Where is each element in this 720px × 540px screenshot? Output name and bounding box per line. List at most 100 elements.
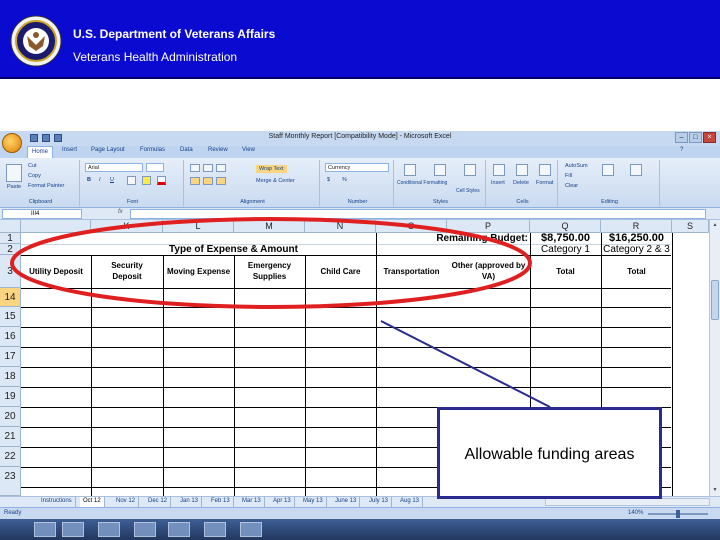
sheet-tab-dec-12[interactable]: Dec 12 bbox=[145, 497, 172, 507]
column-header-s[interactable]: S bbox=[672, 220, 709, 233]
tab-insert[interactable]: Insert bbox=[62, 147, 77, 153]
font-size-select[interactable] bbox=[146, 163, 164, 172]
conditional-formatting-button[interactable]: Conditional Formatting bbox=[397, 180, 447, 186]
sheet-tab-aug-13[interactable]: Aug 13 bbox=[397, 497, 424, 507]
cell-styles-button[interactable]: Cell Styles bbox=[456, 188, 480, 194]
merge-center-button[interactable]: Merge & Center bbox=[256, 178, 295, 184]
undo-icon[interactable] bbox=[42, 134, 50, 142]
cell-q2[interactable]: Category 1 bbox=[530, 244, 601, 255]
format-button[interactable]: Format bbox=[536, 180, 553, 186]
copy-button[interactable]: Copy bbox=[28, 173, 41, 179]
sheet-tab-july-13[interactable]: July 13 bbox=[366, 497, 393, 507]
zoom-slider-knob[interactable] bbox=[676, 510, 680, 518]
align-middle-icon[interactable] bbox=[203, 164, 213, 172]
row-header-19[interactable]: 19 bbox=[0, 387, 21, 407]
underline-button[interactable]: U bbox=[110, 177, 114, 183]
callout-box: Allowable funding areas bbox=[437, 407, 662, 499]
row-header-16[interactable]: 16 bbox=[0, 327, 21, 347]
tab-page-layout[interactable]: Page Layout bbox=[91, 147, 125, 153]
maximize-button[interactable]: □ bbox=[689, 132, 702, 143]
paste-button[interactable]: Paste bbox=[7, 184, 21, 190]
align-bottom-icon[interactable] bbox=[216, 164, 226, 172]
conditional-formatting-icon[interactable] bbox=[404, 164, 416, 176]
tab-home[interactable]: Home bbox=[27, 146, 54, 158]
row-header-21[interactable]: 21 bbox=[0, 427, 21, 447]
cell-r1[interactable]: $16,250.00 bbox=[601, 233, 672, 244]
scroll-down-icon[interactable]: ▼ bbox=[711, 486, 719, 494]
sheet-tab-mar-13[interactable]: Mar 13 bbox=[239, 497, 265, 507]
tab-view[interactable]: View bbox=[242, 147, 255, 153]
wrap-text-button[interactable]: Wrap Text bbox=[256, 165, 287, 173]
fill-color-icon[interactable] bbox=[142, 176, 151, 185]
cell-r2[interactable]: Category 2 & 3 bbox=[601, 244, 672, 255]
horizontal-scrollbar[interactable] bbox=[545, 498, 710, 506]
sheet-tab-june-13[interactable]: June 13 bbox=[332, 497, 361, 507]
bold-button[interactable]: B bbox=[87, 177, 91, 183]
insert-cells-icon[interactable] bbox=[493, 164, 505, 176]
tab-formulas[interactable]: Formulas bbox=[140, 147, 165, 153]
number-format-select[interactable]: Currency bbox=[325, 163, 389, 172]
row-header-20[interactable]: 20 bbox=[0, 407, 21, 427]
align-left-icon[interactable] bbox=[190, 177, 200, 185]
zoom-level[interactable]: 140% bbox=[628, 510, 643, 516]
sheet-tab-may-13[interactable]: May 13 bbox=[300, 497, 327, 507]
save-icon[interactable] bbox=[30, 134, 38, 142]
row-header-23[interactable]: 23 bbox=[0, 467, 21, 496]
align-center-icon[interactable] bbox=[203, 177, 213, 185]
close-button[interactable]: × bbox=[703, 132, 716, 143]
office-button-icon[interactable] bbox=[2, 133, 22, 153]
taskbar-app-icon[interactable] bbox=[240, 522, 262, 537]
status-bar: Ready 140% bbox=[0, 507, 720, 519]
sheet-tab-feb-13[interactable]: Feb 13 bbox=[208, 497, 234, 507]
taskbar-app-icon[interactable] bbox=[62, 522, 84, 537]
format-painter-button[interactable]: Format Painter bbox=[28, 183, 64, 189]
taskbar-app-icon[interactable] bbox=[134, 522, 156, 537]
italic-button[interactable]: I bbox=[99, 177, 101, 183]
font-name-select[interactable]: Arial bbox=[85, 163, 143, 172]
format-cells-icon[interactable] bbox=[539, 164, 551, 176]
sheet-tab-oct-12[interactable]: Oct 12 bbox=[80, 497, 105, 507]
clear-button[interactable]: Clear bbox=[565, 183, 578, 189]
autosum-button[interactable]: AutoSum bbox=[565, 163, 588, 169]
grid-line bbox=[21, 327, 671, 328]
fill-button[interactable]: Fill bbox=[565, 173, 572, 179]
scroll-thumb[interactable] bbox=[711, 280, 719, 320]
tab-data[interactable]: Data bbox=[180, 147, 193, 153]
taskbar-app-icon[interactable] bbox=[98, 522, 120, 537]
tab-review[interactable]: Review bbox=[208, 147, 228, 153]
grid-line bbox=[21, 367, 671, 368]
sheet-tab-jan-13[interactable]: Jan 13 bbox=[177, 497, 203, 507]
cell-q1[interactable]: $8,750.00 bbox=[530, 233, 601, 244]
redo-icon[interactable] bbox=[54, 134, 62, 142]
sheet-tab-apr-13[interactable]: Apr 13 bbox=[270, 497, 295, 507]
currency-button[interactable]: $ bbox=[327, 177, 330, 183]
align-top-icon[interactable] bbox=[190, 164, 200, 172]
cell-styles-icon[interactable] bbox=[464, 164, 476, 176]
grid-line bbox=[672, 233, 673, 496]
scroll-up-icon[interactable]: ▲ bbox=[711, 221, 719, 229]
vertical-scrollbar[interactable]: ▲ ▼ bbox=[709, 220, 720, 496]
delete-button[interactable]: Delete bbox=[513, 180, 529, 186]
row-header-17[interactable]: 17 bbox=[0, 347, 21, 367]
insert-button[interactable]: Insert bbox=[491, 180, 505, 186]
taskbar-app-icon[interactable] bbox=[204, 522, 226, 537]
format-table-icon[interactable] bbox=[434, 164, 446, 176]
help-icon[interactable]: ? bbox=[680, 147, 683, 153]
paste-icon[interactable] bbox=[6, 164, 22, 182]
align-right-icon[interactable] bbox=[216, 177, 226, 185]
percent-button[interactable]: % bbox=[342, 177, 347, 183]
font-color-icon[interactable] bbox=[157, 176, 166, 185]
taskbar-app-icon[interactable] bbox=[34, 522, 56, 537]
row-header-18[interactable]: 18 bbox=[0, 367, 21, 387]
find-select-icon[interactable] bbox=[630, 164, 642, 176]
sheet-tab-nov-12[interactable]: Nov 12 bbox=[113, 497, 140, 507]
windows-taskbar bbox=[0, 519, 720, 540]
minimize-button[interactable]: – bbox=[675, 132, 688, 143]
borders-icon[interactable] bbox=[127, 176, 136, 185]
sort-filter-icon[interactable] bbox=[602, 164, 614, 176]
cut-button[interactable]: Cut bbox=[28, 163, 37, 169]
taskbar-app-icon[interactable] bbox=[168, 522, 190, 537]
sheet-tab-instructions[interactable]: Instructions bbox=[38, 497, 76, 507]
row-header-22[interactable]: 22 bbox=[0, 447, 21, 467]
delete-cells-icon[interactable] bbox=[516, 164, 528, 176]
